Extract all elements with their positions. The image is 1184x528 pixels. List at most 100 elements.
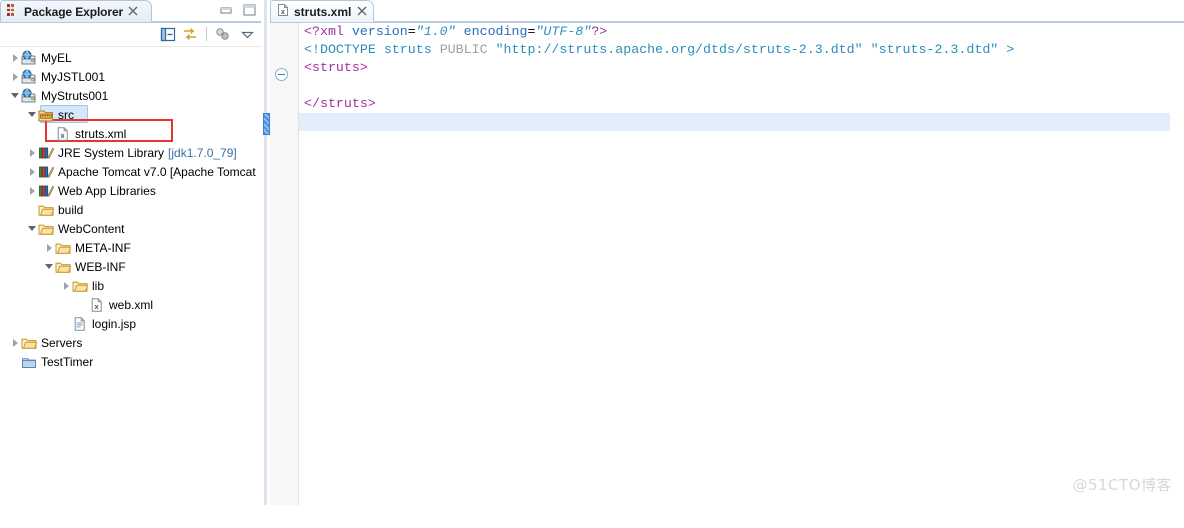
- tree-item-webcontent[interactable]: WebContent: [0, 219, 262, 238]
- code-text[interactable]: <?xml version="1.0" encoding="UTF-8"?> <…: [299, 23, 1184, 505]
- editor-tabbar: x struts.xml: [270, 0, 1184, 23]
- tree-item-label: login.jsp: [92, 316, 137, 331]
- tree-item-suffix: [jdk1.7.0_79]: [168, 145, 237, 160]
- xml-decl-close: ?>: [591, 24, 608, 39]
- tree-item-myjstl001[interactable]: MyJSTL001: [0, 67, 262, 86]
- tree-item-label: JRE System Library: [58, 145, 165, 160]
- tree-item-label: build: [58, 202, 84, 217]
- sash-divider[interactable]: [262, 0, 270, 505]
- folder-icon: [38, 221, 55, 237]
- struts-close-tag: </struts>: [304, 96, 376, 111]
- package-explorer-icon: [6, 3, 20, 20]
- folder-icon: [55, 240, 72, 256]
- doctype-kind: PUBLIC: [439, 42, 488, 57]
- folder-icon: [21, 335, 38, 351]
- chevron-right-icon[interactable]: [10, 71, 21, 82]
- struts-open-tag: <struts>: [304, 60, 368, 75]
- editor-area: x struts.xml <?xml version="1.0" encodin…: [270, 0, 1184, 528]
- tree-item-mystruts001[interactable]: MyStruts001: [0, 86, 262, 105]
- sash-line: [264, 0, 267, 505]
- folder-icon: [72, 278, 89, 294]
- tree-item-label: struts.xml: [75, 126, 127, 141]
- tree-item-web-app-libraries[interactable]: Web App Libraries: [0, 181, 262, 200]
- xml-file-icon: x: [276, 3, 290, 20]
- tree-item-servers[interactable]: Servers: [0, 333, 262, 352]
- editor-gutter[interactable]: [270, 23, 299, 505]
- fold-collapse-icon[interactable]: [275, 68, 288, 81]
- folder-icon: [38, 202, 55, 218]
- tree-item-label: lib: [92, 278, 105, 293]
- editor-tab-label: struts.xml: [294, 4, 352, 19]
- xml-decl-attr-encoding: encoding: [463, 24, 528, 39]
- tree-item-web-xml[interactable]: x web.xml: [0, 295, 262, 314]
- code-line-3: <struts>: [299, 59, 1184, 77]
- code-line-2: <!DOCTYPE struts PUBLIC "http://struts.a…: [299, 41, 1184, 59]
- tree-item-label: web.xml: [109, 297, 154, 312]
- chevron-down-icon[interactable]: [44, 261, 55, 272]
- tree-item-meta-inf[interactable]: META-INF: [0, 238, 262, 257]
- doctype-close: >: [1006, 42, 1015, 57]
- tree-item-label: MyEL: [41, 50, 72, 65]
- chevron-right-icon[interactable]: [10, 52, 21, 63]
- tree-item-login-jsp[interactable]: login.jsp: [0, 314, 262, 333]
- sash-drag-handle[interactable]: [263, 113, 270, 135]
- package-explorer-toolbar: [0, 24, 262, 46]
- collapse-all-icon[interactable]: [160, 26, 177, 46]
- svg-text:x: x: [281, 9, 285, 16]
- watermark: @51CTO博客: [1072, 476, 1172, 494]
- tree-item-testtimer[interactable]: TestTimer: [0, 352, 262, 371]
- link-with-editor-icon[interactable]: [182, 26, 199, 46]
- toolbar-divider: [0, 46, 262, 47]
- chevron-down-icon[interactable]: [10, 90, 21, 101]
- tree-item-label: Web App Libraries: [58, 183, 156, 198]
- editor-body[interactable]: <?xml version="1.0" encoding="UTF-8"?> <…: [270, 23, 1184, 528]
- view-menu-icon[interactable]: [214, 26, 231, 46]
- tree-item-label: TestTimer: [41, 354, 94, 369]
- eq-1: =: [407, 24, 416, 39]
- library-icon: [38, 164, 55, 180]
- tree-item-label: Apache Tomcat v7.0 [Apache Tomcat: [58, 164, 256, 179]
- tab-struts-xml[interactable]: x struts.xml: [270, 0, 375, 22]
- chevron-right-icon[interactable]: [27, 147, 38, 158]
- minimize-icon[interactable]: [219, 3, 233, 20]
- package-explorer-tabbar: Package Explorer: [0, 0, 262, 23]
- eclipse-ide-window: Package Explorer MyEL MyJSTL001 MyStruts…: [0, 0, 1184, 528]
- source-folder-icon: [38, 107, 54, 123]
- tree-item-label: WEB-INF: [75, 259, 126, 274]
- chevron-down-icon[interactable]: [27, 109, 38, 120]
- chevron-right-icon[interactable]: [27, 166, 38, 177]
- library-icon: [38, 145, 55, 161]
- web-project-icon: [21, 88, 37, 104]
- overview-ruler[interactable]: [1170, 46, 1184, 528]
- tree-item-label: MyStruts001: [41, 88, 109, 103]
- tree-item-build[interactable]: build: [0, 200, 262, 219]
- tree-item-label: MyJSTL001: [41, 69, 106, 84]
- close-icon[interactable]: [128, 5, 138, 19]
- code-line-1: <?xml version="1.0" encoding="UTF-8"?>: [299, 23, 1184, 41]
- toolbar-separator: [206, 27, 207, 41]
- tree-item-lib[interactable]: lib: [0, 276, 262, 295]
- project-tree[interactable]: MyEL MyJSTL001 MyStruts001 src x struts.xml JR…: [0, 48, 262, 488]
- tree-item-myel[interactable]: MyEL: [0, 48, 262, 67]
- chevron-down-icon[interactable]: [239, 26, 256, 46]
- code-line-5: </struts>: [299, 95, 1184, 113]
- chevron-down-icon[interactable]: [27, 223, 38, 234]
- chevron-right-icon[interactable]: [27, 185, 38, 196]
- tree-item-jre-system-library[interactable]: JRE System Library [jdk1.7.0_79]: [0, 143, 262, 162]
- chevron-right-icon[interactable]: [61, 280, 72, 291]
- tree-item-web-inf[interactable]: WEB-INF: [0, 257, 262, 276]
- web-project-icon: [21, 69, 37, 85]
- chevron-right-icon[interactable]: [10, 337, 21, 348]
- tab-package-explorer[interactable]: Package Explorer: [0, 0, 152, 22]
- close-icon[interactable]: [357, 5, 367, 19]
- chevron-right-icon[interactable]: [44, 242, 55, 253]
- tree-item-label: META-INF: [75, 240, 131, 255]
- xml-decl-open: <?xml: [304, 24, 344, 39]
- tree-item-apache-tomcat-v7-0-apache-tomcat[interactable]: Apache Tomcat v7.0 [Apache Tomcat: [0, 162, 262, 181]
- xml-decl-encoding-value: "UTF-8": [535, 24, 592, 39]
- maximize-icon[interactable]: [242, 3, 256, 20]
